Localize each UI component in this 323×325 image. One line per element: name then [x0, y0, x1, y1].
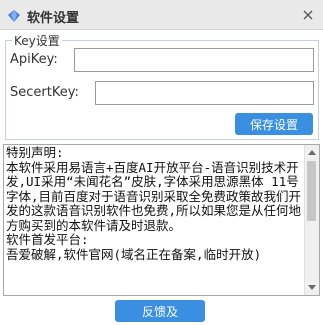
- window-title: 软件设置: [27, 11, 80, 26]
- feedback-button[interactable]: 反馈及: [115, 300, 205, 322]
- title-bar[interactable]: 软件设置: [0, 0, 323, 30]
- scroll-up-icon[interactable]: [308, 150, 316, 155]
- diamond-icon: [7, 8, 21, 22]
- close-icon[interactable]: [299, 6, 317, 24]
- secretkey-input[interactable]: [95, 81, 314, 105]
- key-settings-legend: Key设置: [12, 32, 62, 49]
- save-settings-button[interactable]: 保存设置: [235, 113, 313, 135]
- vertical-scrollbar[interactable]: [304, 145, 319, 295]
- notice-textarea[interactable]: 特别声明: 本软件采用易语言+百度AI开放平台-语音识别技术开发,UI采用“未闻…: [3, 144, 320, 296]
- apikey-label: ApiKey:: [10, 52, 58, 67]
- scroll-thumb[interactable]: [307, 161, 316, 221]
- scroll-down-icon[interactable]: [308, 285, 316, 290]
- apikey-input[interactable]: [74, 48, 314, 72]
- secretkey-label: SecertKey:: [10, 85, 79, 100]
- notice-text: 特别声明: 本软件采用易语言+百度AI开放平台-语音识别技术开发,UI采用“未闻…: [6, 145, 302, 262]
